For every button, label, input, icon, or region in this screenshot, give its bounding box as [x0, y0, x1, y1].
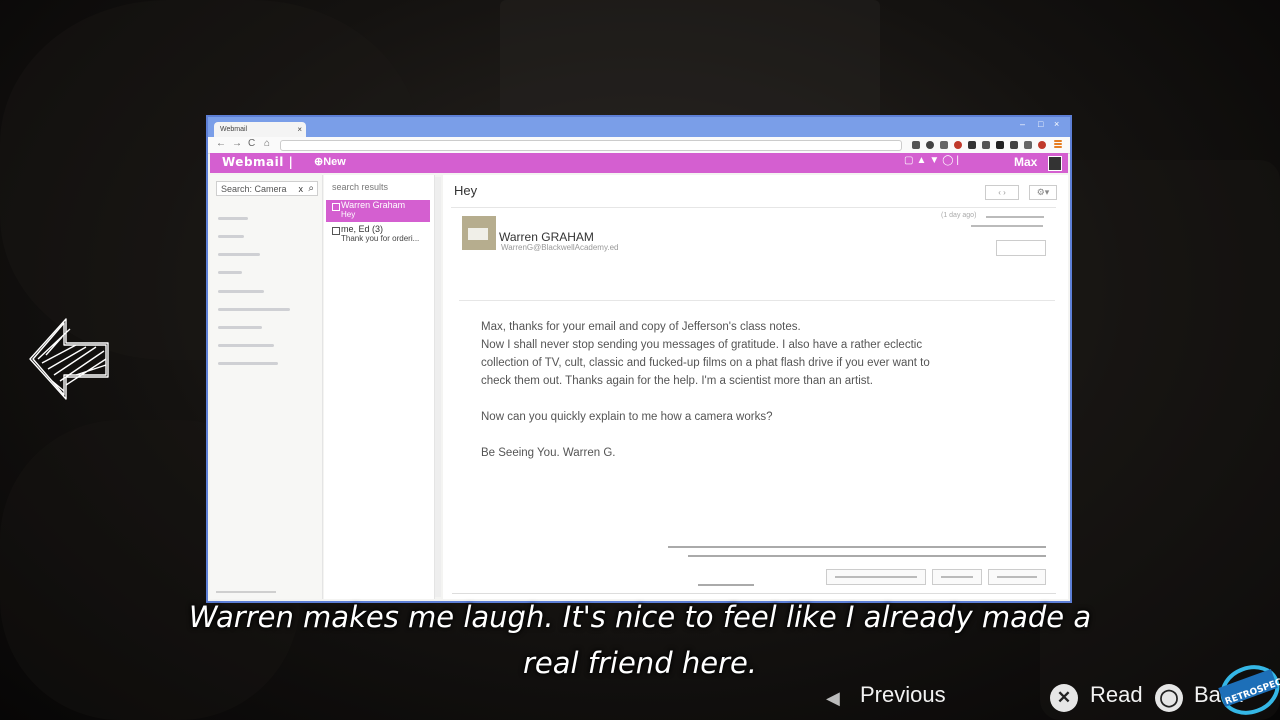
tab-title: Webmail [220, 126, 248, 133]
folder-item[interactable] [218, 362, 278, 365]
message-list: search results Warren Graham Hey me, Ed … [324, 175, 435, 599]
cross-button-icon: ✕ [1050, 684, 1078, 712]
message-item-selected[interactable]: Warren Graham Hey [326, 200, 430, 222]
settings-button[interactable]: ⚙▾ [1029, 185, 1057, 200]
reading-pane: Hey ‹ › ⚙▾ Warren GRAHAM WarrenG@Blackwe… [443, 175, 1068, 599]
sender-name: Warren GRAHAM [499, 230, 594, 244]
webmail-header: Webmail | ⊕New ▢▲▼◯| Max [210, 153, 1068, 173]
subtitle-line: Warren makes me laugh. It's nice to feel… [188, 600, 1092, 634]
url-input[interactable] [280, 140, 902, 151]
home-icon[interactable]: ⌂ [264, 138, 270, 149]
browser-window: Webmail × – □ × ← → C ⌂ Webmail | ⊕New ▢… [208, 117, 1070, 601]
new-message-button[interactable]: ⊕New [314, 155, 346, 168]
extension-icon[interactable] [940, 141, 948, 149]
extension-icon[interactable] [926, 141, 934, 149]
email-body: Max, thanks for your email and copy of J… [481, 318, 931, 480]
minimize-icon[interactable]: – [1020, 119, 1025, 129]
message-subject: Hey [341, 210, 356, 219]
reload-icon[interactable]: C [248, 138, 255, 149]
toolbar-icons[interactable]: ▢▲▼◯| [904, 155, 962, 166]
footer-detail [668, 546, 1046, 548]
read-prompt[interactable]: Read [1090, 682, 1143, 708]
extension-icon[interactable] [982, 141, 990, 149]
list-header: search results [332, 182, 389, 192]
message-checkbox[interactable] [332, 203, 340, 211]
header-detail [986, 216, 1044, 218]
print-button[interactable] [988, 569, 1046, 585]
footer-detail [688, 555, 1046, 557]
extension-icon[interactable] [1024, 141, 1032, 149]
message-subject: Thank you for orderi... [341, 234, 420, 243]
previous-prompt[interactable]: Previous [860, 682, 946, 708]
back-arrow-icon[interactable] [26, 315, 112, 403]
reply-all-button[interactable] [826, 569, 926, 585]
sidebar-footer [216, 591, 276, 593]
folder-item[interactable] [218, 271, 242, 274]
extension-icon[interactable] [1010, 141, 1018, 149]
extension-icon[interactable] [954, 141, 962, 149]
subtitle-line: real friend here. [522, 646, 758, 680]
folder-item[interactable] [218, 308, 290, 311]
message-sender: me, Ed (3) [341, 224, 384, 234]
folder-item[interactable] [218, 344, 274, 347]
email-paragraph: Now can you quickly explain to me how a … [481, 411, 773, 423]
header-divider [459, 300, 1055, 301]
clear-search-icon[interactable]: x [299, 182, 304, 197]
forward-icon[interactable]: → [232, 138, 242, 149]
folder-item[interactable] [218, 253, 260, 256]
forward-button[interactable] [932, 569, 982, 585]
reply-button[interactable] [996, 240, 1046, 256]
title-bar: Webmail × – □ × [208, 117, 1070, 137]
radio-retrospect-logo: RETROSPECT [1218, 665, 1280, 715]
message-sender: Warren Graham [341, 200, 406, 210]
browser-tab[interactable]: Webmail × [214, 122, 306, 137]
menu-icon[interactable] [1054, 143, 1062, 145]
tab-close-icon[interactable]: × [297, 122, 302, 137]
user-name[interactable]: Max [1014, 155, 1037, 169]
search-value: Search: Camera [221, 184, 287, 194]
background-shelf [500, 0, 880, 120]
email-date: (1 day ago) [941, 212, 977, 219]
email-card: Warren GRAHAM WarrenG@BlackwellAcademy.e… [451, 207, 1056, 538]
folder-item[interactable] [218, 326, 262, 329]
extension-icon[interactable] [1038, 141, 1046, 149]
email-paragraph: Be Seeing You. Warren G. [481, 447, 616, 459]
previous-arrow-icon: ◀ [826, 688, 840, 708]
search-icon[interactable]: ⌕ [308, 181, 314, 196]
folder-item[interactable] [218, 217, 248, 220]
message-item[interactable]: me, Ed (3) Thank you for orderi... [326, 224, 430, 246]
email-subject: Hey [454, 183, 478, 198]
pane-splitter[interactable] [435, 177, 441, 597]
folder-item[interactable] [218, 235, 244, 238]
footer-detail [698, 584, 754, 586]
message-checkbox[interactable] [332, 227, 340, 235]
avatar[interactable] [1048, 156, 1062, 171]
sender-avatar [462, 216, 496, 250]
message-nav-button[interactable]: ‹ › [985, 185, 1019, 200]
extension-icon[interactable] [996, 141, 1004, 149]
folder-item[interactable] [218, 290, 264, 293]
folder-sidebar: Search: Camera x ⌕ [210, 175, 323, 599]
extension-icon[interactable] [912, 141, 920, 149]
sender-email: WarrenG@BlackwellAcademy.ed [501, 243, 619, 252]
extension-icon[interactable] [968, 141, 976, 149]
close-icon[interactable]: × [1054, 119, 1059, 129]
app-title: Webmail | [222, 155, 294, 169]
back-icon[interactable]: ← [216, 138, 226, 149]
circle-button-icon: ◯ [1155, 684, 1183, 712]
address-bar: ← → C ⌂ [208, 137, 1070, 154]
search-input[interactable]: Search: Camera x ⌕ [216, 181, 318, 196]
email-paragraph: Max, thanks for your email and copy of J… [481, 321, 930, 387]
maximize-icon[interactable]: □ [1038, 119, 1043, 129]
header-detail [971, 225, 1043, 227]
